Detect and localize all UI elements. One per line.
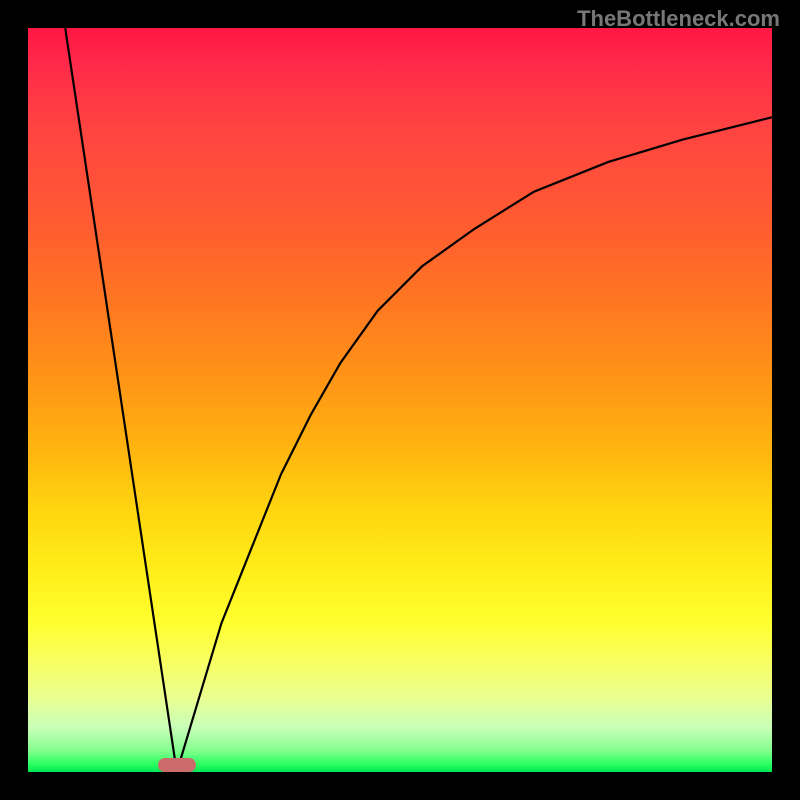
chart-plot-area [28, 28, 772, 772]
watermark-text: TheBottleneck.com [577, 6, 780, 32]
bottleneck-marker [158, 758, 196, 772]
left-branch-line [65, 28, 177, 772]
right-branch-curve [177, 117, 772, 772]
curve-svg [28, 28, 772, 772]
